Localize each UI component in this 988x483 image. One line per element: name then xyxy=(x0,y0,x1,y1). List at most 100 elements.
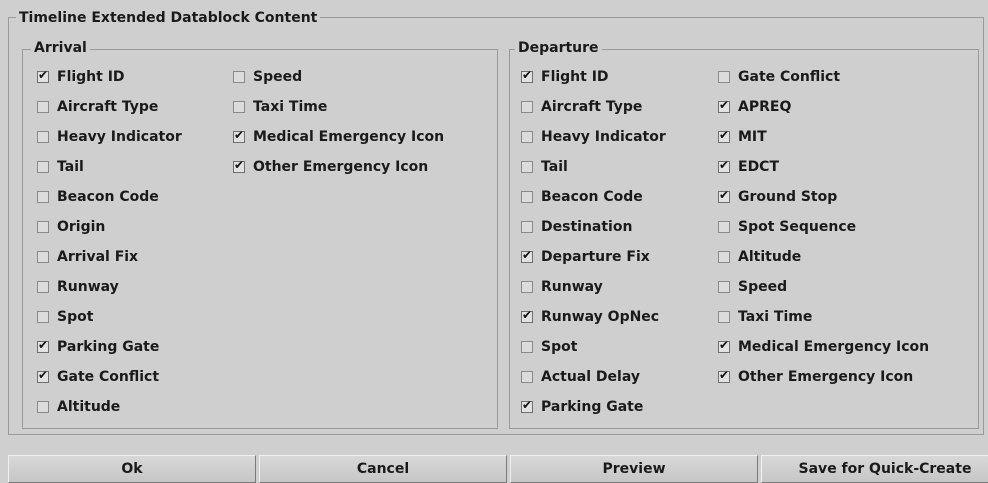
departure-checkbox-ground-stop[interactable]: Ground Stop xyxy=(718,182,929,212)
arrival-checkbox-flight-id[interactable]: Flight ID xyxy=(37,62,182,92)
arrival-checkbox-medical-emergency-icon[interactable]: Medical Emergency Icon xyxy=(233,122,444,152)
arrival-checkbox-arrival-fix[interactable]: Arrival Fix xyxy=(37,242,182,272)
arrival-checkbox-heavy-indicator[interactable]: Heavy Indicator xyxy=(37,122,182,152)
checkbox-unchecked-icon[interactable] xyxy=(37,161,49,173)
departure-checkbox-edct[interactable]: EDCT xyxy=(718,152,929,182)
checkbox-unchecked-icon[interactable] xyxy=(521,341,533,353)
checkbox-unchecked-icon[interactable] xyxy=(233,101,245,113)
checkbox-unchecked-icon[interactable] xyxy=(521,371,533,383)
preview-button[interactable]: Preview xyxy=(510,455,758,483)
checkbox-label: Aircraft Type xyxy=(57,99,159,115)
departure-checkbox-altitude[interactable]: Altitude xyxy=(718,242,929,272)
checkbox-checked-icon[interactable] xyxy=(718,188,730,203)
arrival-checkbox-other-emergency-icon[interactable]: Other Emergency Icon xyxy=(233,152,444,182)
arrival-checkbox-origin[interactable]: Origin xyxy=(37,212,182,242)
button-bar: Ok Cancel Preview Save for Quick-Create xyxy=(8,455,988,483)
checkbox-unchecked-icon[interactable] xyxy=(521,221,533,233)
checkbox-unchecked-icon[interactable] xyxy=(37,221,49,233)
checkbox-unchecked-icon[interactable] xyxy=(37,251,49,263)
departure-checkbox-tail[interactable]: Tail xyxy=(521,152,666,182)
checkbox-checked-icon[interactable] xyxy=(718,158,730,173)
ok-button[interactable]: Ok xyxy=(8,455,256,483)
departure-checkbox-flight-id[interactable]: Flight ID xyxy=(521,62,666,92)
checkbox-unchecked-icon[interactable] xyxy=(37,401,49,413)
arrival-checkbox-speed[interactable]: Speed xyxy=(233,62,444,92)
checkbox-unchecked-icon[interactable] xyxy=(37,281,49,293)
checkbox-label: Speed xyxy=(738,279,788,295)
departure-checkbox-departure-fix[interactable]: Departure Fix xyxy=(521,242,666,272)
checkbox-label: Parking Gate xyxy=(541,399,644,415)
checkbox-unchecked-icon[interactable] xyxy=(718,281,730,293)
arrival-checkbox-parking-gate[interactable]: Parking Gate xyxy=(37,332,182,362)
arrival-checkbox-altitude[interactable]: Altitude xyxy=(37,392,182,422)
checkbox-label: Gate Conflict xyxy=(57,369,160,385)
arrival-checkbox-runway[interactable]: Runway xyxy=(37,272,182,302)
checkbox-label: EDCT xyxy=(738,159,780,175)
checkbox-checked-icon[interactable] xyxy=(37,338,49,353)
departure-checkbox-mit[interactable]: MIT xyxy=(718,122,929,152)
checkbox-label: Taxi Time xyxy=(253,99,328,115)
checkbox-unchecked-icon[interactable] xyxy=(37,311,49,323)
departure-checkbox-beacon-code[interactable]: Beacon Code xyxy=(521,182,666,212)
checkbox-label: Altitude xyxy=(738,249,802,265)
checkbox-unchecked-icon[interactable] xyxy=(718,251,730,263)
departure-checkbox-runway[interactable]: Runway xyxy=(521,272,666,302)
checkbox-unchecked-icon[interactable] xyxy=(521,191,533,203)
checkbox-checked-icon[interactable] xyxy=(718,338,730,353)
departure-checkbox-taxi-time[interactable]: Taxi Time xyxy=(718,302,929,332)
departure-checkbox-parking-gate[interactable]: Parking Gate xyxy=(521,392,666,422)
checkbox-label: Other Emergency Icon xyxy=(738,369,914,385)
checkbox-unchecked-icon[interactable] xyxy=(718,221,730,233)
checkbox-label: APREQ xyxy=(738,99,792,115)
departure-checkbox-spot-sequence[interactable]: Spot Sequence xyxy=(718,212,929,242)
arrival-checkbox-spot[interactable]: Spot xyxy=(37,302,182,332)
checkbox-label: MIT xyxy=(738,129,767,145)
checkbox-checked-icon[interactable] xyxy=(233,128,245,143)
checkbox-unchecked-icon[interactable] xyxy=(718,71,730,83)
departure-checkbox-medical-emergency-icon[interactable]: Medical Emergency Icon xyxy=(718,332,929,362)
departure-checkbox-gate-conflict[interactable]: Gate Conflict xyxy=(718,62,929,92)
cancel-button[interactable]: Cancel xyxy=(259,455,507,483)
checkbox-unchecked-icon[interactable] xyxy=(521,101,533,113)
checkbox-label: Runway xyxy=(57,279,119,295)
arrival-checkbox-tail[interactable]: Tail xyxy=(37,152,182,182)
arrival-checkbox-taxi-time[interactable]: Taxi Time xyxy=(233,92,444,122)
checkbox-unchecked-icon[interactable] xyxy=(37,101,49,113)
checkbox-label: Other Emergency Icon xyxy=(253,159,429,175)
checkbox-unchecked-icon[interactable] xyxy=(521,161,533,173)
departure-checkbox-heavy-indicator[interactable]: Heavy Indicator xyxy=(521,122,666,152)
checkbox-checked-icon[interactable] xyxy=(521,308,533,323)
checkbox-unchecked-icon[interactable] xyxy=(521,281,533,293)
save-for-quick-create-button[interactable]: Save for Quick-Create xyxy=(761,455,988,483)
departure-column-2: Gate Conflict APREQ MIT EDCT Ground Stop Spot… xyxy=(718,62,929,392)
departure-checkbox-runway-opnec[interactable]: Runway OpNec xyxy=(521,302,666,332)
checkbox-checked-icon[interactable] xyxy=(521,68,533,83)
checkbox-checked-icon[interactable] xyxy=(37,68,49,83)
checkbox-unchecked-icon[interactable] xyxy=(37,131,49,143)
departure-checkbox-aircraft-type[interactable]: Aircraft Type xyxy=(521,92,666,122)
checkbox-unchecked-icon[interactable] xyxy=(718,311,730,323)
checkbox-checked-icon[interactable] xyxy=(521,398,533,413)
checkbox-checked-icon[interactable] xyxy=(718,368,730,383)
checkbox-checked-icon[interactable] xyxy=(37,368,49,383)
checkbox-label: Spot xyxy=(57,309,94,325)
departure-checkbox-spot[interactable]: Spot xyxy=(521,332,666,362)
checkbox-checked-icon[interactable] xyxy=(718,98,730,113)
checkbox-unchecked-icon[interactable] xyxy=(233,71,245,83)
checkbox-checked-icon[interactable] xyxy=(521,248,533,263)
departure-checkbox-speed[interactable]: Speed xyxy=(718,272,929,302)
checkbox-unchecked-icon[interactable] xyxy=(37,191,49,203)
departure-checkbox-destination[interactable]: Destination xyxy=(521,212,666,242)
arrival-checkbox-gate-conflict[interactable]: Gate Conflict xyxy=(37,362,182,392)
checkbox-unchecked-icon[interactable] xyxy=(521,131,533,143)
checkbox-label: Heavy Indicator xyxy=(541,129,666,145)
departure-checkbox-actual-delay[interactable]: Actual Delay xyxy=(521,362,666,392)
arrival-checkbox-beacon-code[interactable]: Beacon Code xyxy=(37,182,182,212)
arrival-checkbox-aircraft-type[interactable]: Aircraft Type xyxy=(37,92,182,122)
checkbox-checked-icon[interactable] xyxy=(718,128,730,143)
checkbox-label: Beacon Code xyxy=(57,189,159,205)
checkbox-checked-icon[interactable] xyxy=(233,158,245,173)
checkbox-label: Actual Delay xyxy=(541,369,640,385)
departure-checkbox-other-emergency-icon[interactable]: Other Emergency Icon xyxy=(718,362,929,392)
departure-checkbox-apreq[interactable]: APREQ xyxy=(718,92,929,122)
